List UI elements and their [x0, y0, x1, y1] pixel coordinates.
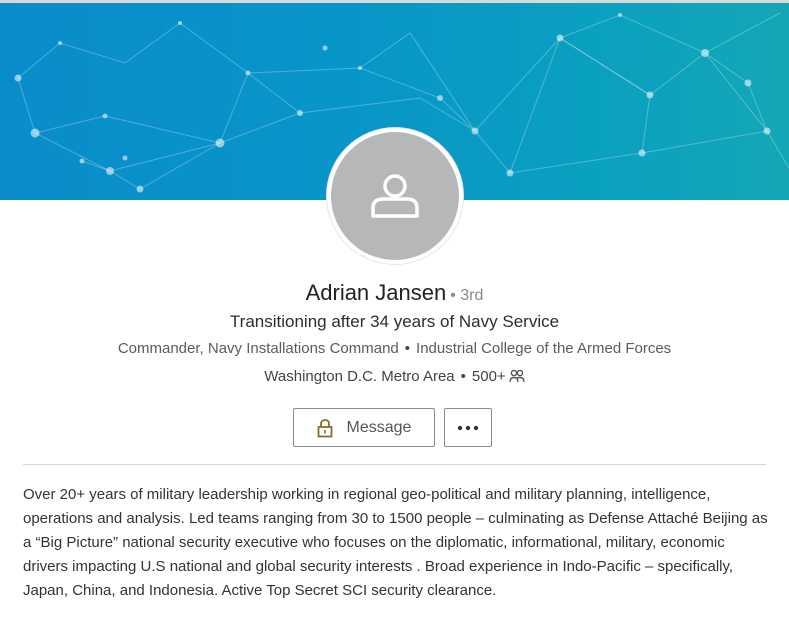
connection-degree: • 3rd	[450, 287, 484, 304]
position-education-row: Commander, Navy Installations Command • In…	[0, 340, 789, 357]
profile-location: Washington D.C. Metro Area	[264, 368, 455, 385]
location-row: Washington D.C. Metro Area • 500+	[0, 368, 789, 387]
profile-name: Adrian Jansen	[305, 280, 447, 305]
profile-summary: Over 20+ years of military leadership wo…	[23, 486, 768, 599]
separator-dot: •	[404, 340, 411, 357]
current-position-link[interactable]: Commander, Navy Installations Command	[118, 340, 399, 357]
ellipsis-icon	[457, 425, 479, 430]
more-actions-button[interactable]	[444, 408, 492, 447]
lock-icon	[317, 418, 332, 437]
profile-headline: Transitioning after 34 years of Navy Ser…	[229, 312, 560, 331]
section-divider	[23, 464, 766, 465]
connections-count[interactable]: 500+	[472, 368, 506, 385]
separator-dot: •	[460, 368, 466, 385]
people-icon[interactable]	[509, 369, 525, 387]
message-button-label: Message	[346, 418, 412, 436]
person-silhouette-icon	[331, 132, 459, 260]
message-button[interactable]: Message	[293, 408, 435, 447]
education-link[interactable]: Industrial College of the Armed Forces	[416, 340, 671, 357]
name-row: Adrian Jansen • 3rd	[0, 280, 789, 306]
profile-photo[interactable]	[327, 128, 463, 264]
